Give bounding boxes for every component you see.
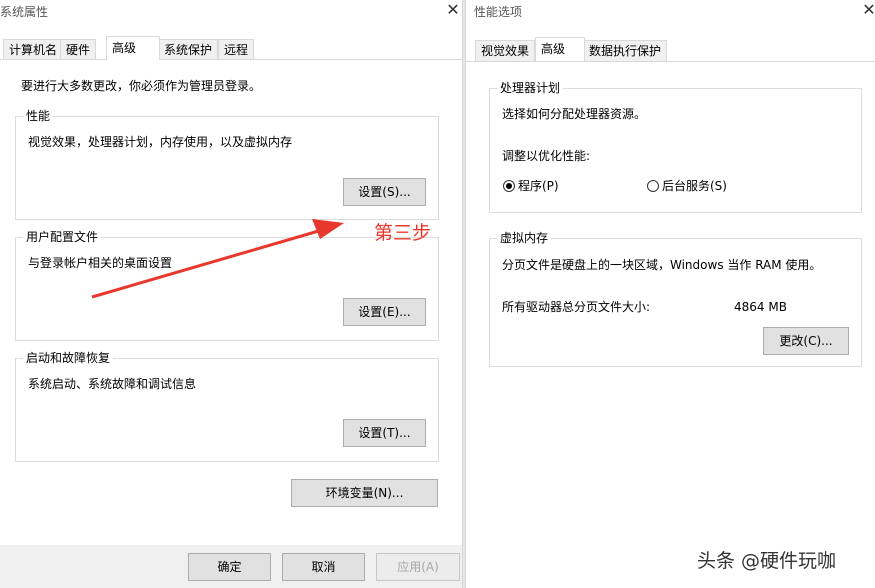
tab-advanced[interactable]: 高级 [535, 37, 585, 61]
watermark-text: 头条 @硬件玩咖 [697, 550, 837, 572]
annotation-arrow-icon [91, 219, 344, 299]
tab-advanced[interactable]: 高级 [106, 36, 160, 60]
annotation-step-three: 第三步 [374, 222, 432, 244]
